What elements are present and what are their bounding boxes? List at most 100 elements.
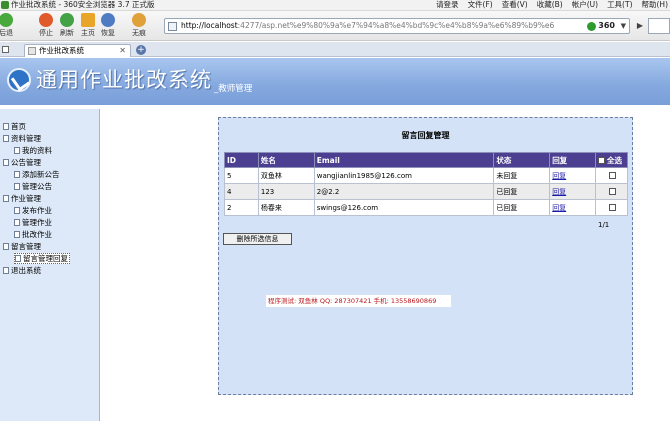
cell-email: wangjianlin1985@126.com [313, 167, 495, 184]
menu-view[interactable]: 查看(V) [502, 0, 528, 10]
tab-menu-icon[interactable] [2, 46, 9, 53]
browser-app-icon [1, 1, 9, 9]
folder-icon [3, 135, 9, 142]
table-row: 2 杨春来 swings@126.com 已回复 回复 [224, 199, 628, 216]
cell-name: 双鱼林 [257, 167, 315, 184]
row-checkbox[interactable] [609, 204, 617, 211]
delete-selected-button[interactable]: 删除所选信息 [223, 233, 292, 245]
footer-note: 程序测试: 双鱼林 QQ: 287307421 手机: 13558690869 [268, 297, 437, 305]
sidebar-item-my-profile[interactable]: 我的资料 [14, 145, 52, 156]
table-row: 5 双鱼林 wangjianlin1985@126.com 未回复 回复 [224, 167, 628, 184]
sidebar-item-message-mgmt[interactable]: 留言管理 [3, 241, 41, 252]
page-icon [14, 171, 20, 178]
col-header-name: 姓名 [257, 152, 315, 168]
sidebar-item-profile-mgmt[interactable]: 资料管理 [3, 133, 41, 144]
messages-table: ID 姓名 Email 状态 回复 全选 5 双鱼林 wangjianlin19… [224, 152, 628, 216]
home-icon [81, 13, 95, 27]
footer-note-strip: 程序测试: 双鱼林 QQ: 287307421 手机: 13558690869 [266, 295, 451, 307]
page-favicon-icon [28, 47, 36, 55]
browser-menu-bar: 请登录 文件(F) 查看(V) 收藏(B) 帐户(U) 工具(T) 帮助(H) [436, 0, 668, 10]
menu-tools[interactable]: 工具(T) [607, 0, 632, 10]
cell-id: 4 [224, 183, 259, 200]
page-icon [14, 219, 20, 226]
tab-homework-system[interactable]: 作业批改系统 ✕ [24, 44, 131, 57]
page-icon [3, 123, 9, 130]
col-header-reply: 回复 [549, 152, 597, 168]
cell-status: 已回复 [493, 183, 551, 200]
cell-select [595, 183, 628, 200]
page-icon [168, 22, 177, 31]
window-title: 作业批改系统 - 360安全浏览器 3.7 正式版 [11, 0, 155, 9]
sidebar-item-notice-mgmt[interactable]: 公告管理 [3, 157, 41, 168]
back-arrow-icon [0, 13, 13, 27]
menu-favorites[interactable]: 收藏(B) [537, 0, 563, 10]
page-icon [14, 147, 20, 154]
sidebar-item-logout[interactable]: 退出系统 [3, 265, 41, 276]
refresh-icon [60, 13, 74, 27]
security-badge[interactable]: 360 [587, 21, 615, 31]
cell-email: swings@126.com [313, 199, 495, 216]
incognito-button[interactable]: 无痕 [127, 13, 151, 38]
stop-icon [39, 13, 53, 27]
new-tab-icon[interactable]: + [136, 45, 146, 55]
sidebar-item-message-reply[interactable]: 留言管理回复 [14, 253, 70, 264]
page-icon [14, 207, 20, 214]
sidebar-item-add-notice[interactable]: 添加新公告 [14, 169, 60, 180]
sidebar-item-publish-homework[interactable]: 发布作业 [14, 205, 52, 216]
cell-select [595, 199, 628, 216]
row-checkbox[interactable] [609, 172, 617, 179]
cell-status: 未回复 [493, 167, 551, 184]
select-all-header[interactable]: 全选 [595, 152, 628, 168]
go-arrow-icon[interactable]: ▶ [634, 19, 646, 33]
tab-bar: 作业批改系统 ✕ + [0, 42, 670, 57]
folder-icon [3, 243, 9, 250]
page-icon [3, 267, 9, 274]
sidebar-item-manage-notice[interactable]: 管理公告 [14, 181, 52, 192]
reply-link[interactable]: 回复 [552, 204, 566, 212]
page-icon [14, 183, 20, 190]
menu-help[interactable]: 帮助(H) [642, 0, 669, 10]
site-title: 通用作业批改系统 [36, 68, 212, 92]
folder-icon [3, 159, 9, 166]
restore-icon [101, 13, 115, 27]
reply-link[interactable]: 回复 [552, 172, 566, 180]
menu-file[interactable]: 文件(F) [468, 0, 493, 10]
sidebar-item-grade-homework[interactable]: 批改作业 [14, 229, 52, 240]
address-url[interactable]: http://localhost:4277/asp.net%e9%80%9a%e… [181, 19, 565, 33]
reply-link[interactable]: 回复 [552, 188, 566, 196]
cell-id: 5 [224, 167, 259, 184]
close-tab-icon[interactable]: ✕ [119, 45, 126, 57]
sidebar-nav: 首页 资料管理 我的资料 公告管理 添加新公告 管理公告 作业管理 发布作业 管… [0, 109, 100, 421]
cell-id: 2 [224, 199, 259, 216]
select-all-checkbox[interactable] [598, 157, 606, 164]
site-subtitle: _教师管理 [214, 84, 253, 94]
page-icon [14, 231, 20, 238]
browser-toolbar: 后退 停止 刷新 主页 恢复 无痕 http://localhost:4277/… [0, 11, 670, 41]
cell-name: 123 [257, 183, 315, 200]
cell-reply: 回复 [549, 199, 597, 216]
page-icon [15, 255, 21, 262]
menu-account[interactable]: 帐户(U) [572, 0, 598, 10]
chevron-down-icon[interactable]: ▼ [621, 22, 626, 30]
cell-status: 已回复 [493, 199, 551, 216]
cell-email: 2@2.2 [313, 183, 495, 200]
sidebar-item-manage-homework[interactable]: 管理作业 [14, 217, 52, 228]
row-checkbox[interactable] [609, 188, 617, 195]
cell-name: 杨春来 [257, 199, 315, 216]
back-button[interactable]: 后退 [0, 13, 18, 38]
restore-button[interactable]: 恢复 [96, 13, 120, 38]
cell-select [595, 167, 628, 184]
cell-reply: 回复 [549, 183, 597, 200]
browser-title-bar: 作业批改系统 - 360安全浏览器 3.7 正式版 请登录 文件(F) 查看(V… [0, 0, 670, 11]
col-header-email: Email [313, 152, 495, 168]
folder-icon [3, 195, 9, 202]
col-header-id: ID [224, 152, 259, 168]
cell-reply: 回复 [549, 167, 597, 184]
pagination-info: 1/1 [598, 221, 610, 229]
search-input[interactable] [648, 18, 670, 34]
shield-check-icon [587, 21, 597, 31]
sidebar-item-home[interactable]: 首页 [3, 121, 26, 132]
menu-login[interactable]: 请登录 [436, 0, 459, 10]
sidebar-item-homework-mgmt[interactable]: 作业管理 [3, 193, 41, 204]
address-bar[interactable]: http://localhost:4277/asp.net%e9%80%9a%e… [164, 18, 630, 34]
